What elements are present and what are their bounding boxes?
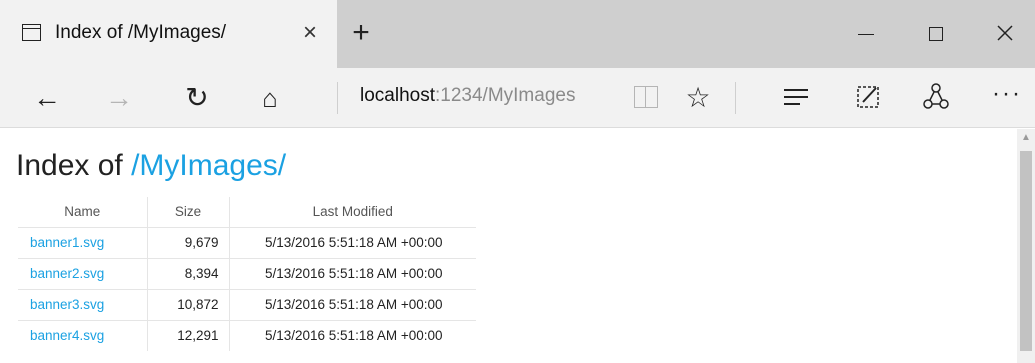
address-divider bbox=[337, 82, 338, 114]
tab-page-icon bbox=[22, 24, 41, 41]
file-listing-table: Name Size Last Modified banner1.svg 9,67… bbox=[18, 197, 476, 351]
window-close-button[interactable] bbox=[985, 14, 1025, 52]
file-size-cell: 10,872 bbox=[146, 288, 229, 320]
tab-title: Index of /MyImages/ bbox=[55, 22, 227, 43]
page-title: Index of /MyImages/ bbox=[16, 149, 286, 183]
column-header-modified: Last Modified bbox=[228, 197, 476, 227]
hub-icon[interactable] bbox=[784, 89, 808, 107]
maximize-button[interactable] bbox=[916, 14, 956, 52]
vertical-scrollbar[interactable]: ▲ bbox=[1017, 129, 1035, 363]
file-modified-cell: 5/13/2016 5:51:18 AM +00:00 bbox=[228, 319, 476, 351]
page-title-path[interactable]: /MyImages/ bbox=[131, 149, 286, 182]
table-row: banner4.svg 12,291 5/13/2016 5:51:18 AM … bbox=[18, 319, 476, 351]
table-header-row: Name Size Last Modified bbox=[18, 197, 476, 227]
page-content: Index of /MyImages/ Name Size Last Modif… bbox=[0, 129, 1017, 363]
toolbar-divider bbox=[735, 82, 736, 114]
scroll-thumb[interactable] bbox=[1020, 151, 1032, 351]
address-host: localhost bbox=[360, 85, 435, 106]
navigation-bar: ← → ↻ ⌂ localhost:1234/MyImages ☆ ··· bbox=[0, 68, 1035, 128]
reading-view-icon[interactable] bbox=[634, 86, 658, 108]
share-icon[interactable] bbox=[916, 76, 956, 120]
minimize-icon bbox=[858, 34, 874, 35]
file-link[interactable]: banner2.svg bbox=[30, 266, 104, 281]
back-button[interactable]: ← bbox=[25, 76, 69, 120]
refresh-button[interactable]: ↻ bbox=[175, 76, 219, 120]
web-note-icon[interactable] bbox=[848, 76, 888, 120]
address-bar[interactable]: localhost:1234/MyImages bbox=[360, 85, 575, 107]
forward-button[interactable]: → bbox=[97, 76, 141, 120]
file-link[interactable]: banner1.svg bbox=[30, 235, 104, 250]
file-modified-cell: 5/13/2016 5:51:18 AM +00:00 bbox=[228, 288, 476, 320]
file-name-cell: banner4.svg bbox=[18, 319, 147, 351]
column-header-size: Size bbox=[146, 197, 229, 227]
maximize-icon bbox=[929, 27, 943, 41]
table-row: banner3.svg 10,872 5/13/2016 5:51:18 AM … bbox=[18, 288, 476, 320]
address-path: :1234/MyImages bbox=[435, 85, 576, 106]
tab-close-button[interactable]: × bbox=[296, 16, 324, 50]
new-tab-button[interactable]: + bbox=[344, 14, 378, 52]
file-name-cell: banner3.svg bbox=[18, 288, 147, 320]
table-row: banner1.svg 9,679 5/13/2016 5:51:18 AM +… bbox=[18, 226, 476, 258]
close-icon bbox=[997, 25, 1013, 41]
home-button[interactable]: ⌂ bbox=[248, 76, 292, 120]
more-button[interactable]: ··· bbox=[985, 76, 1029, 120]
favorite-star-icon[interactable]: ☆ bbox=[678, 76, 718, 120]
scroll-up-arrow-icon[interactable]: ▲ bbox=[1017, 129, 1035, 147]
file-name-cell: banner1.svg bbox=[18, 226, 147, 258]
column-header-name: Name bbox=[64, 204, 101, 220]
file-modified-cell: 5/13/2016 5:51:18 AM +00:00 bbox=[228, 257, 476, 289]
file-size-cell: 8,394 bbox=[146, 257, 229, 289]
minimize-button[interactable] bbox=[846, 14, 886, 52]
tab-bar: Index of /MyImages/ × + bbox=[0, 0, 1035, 68]
file-name-cell: banner2.svg bbox=[18, 257, 147, 289]
file-link[interactable]: banner3.svg bbox=[30, 297, 104, 312]
file-modified-cell: 5/13/2016 5:51:18 AM +00:00 bbox=[228, 226, 476, 258]
tab-active[interactable]: Index of /MyImages/ × bbox=[0, 0, 337, 68]
table-row: banner2.svg 8,394 5/13/2016 5:51:18 AM +… bbox=[18, 257, 476, 289]
page-title-prefix: Index of bbox=[16, 149, 132, 182]
file-size-cell: 9,679 bbox=[146, 226, 229, 258]
file-size-cell: 12,291 bbox=[146, 319, 229, 351]
file-link[interactable]: banner4.svg bbox=[30, 328, 104, 343]
